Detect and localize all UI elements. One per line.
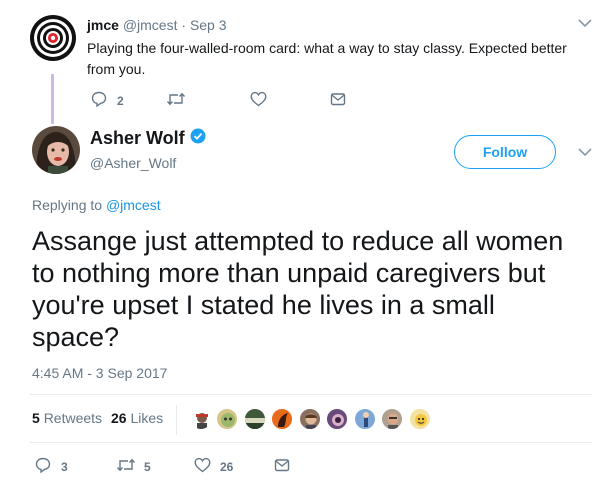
verified-badge-icon [190,128,206,149]
parent-reply-button[interactable]: 2 [91,91,124,110]
like-count: 26 [220,459,234,474]
liker-avatar[interactable] [381,408,403,430]
tweet-text-line: space? [32,322,120,352]
likes-label: Likes [130,410,164,426]
main-tweet-text: Assange just attempted to reduce all wom… [32,225,602,353]
parent-retweet-button[interactable] [166,91,186,110]
message-button[interactable] [274,457,290,476]
reply-count: 3 [61,459,68,474]
liker-avatar[interactable] [190,408,212,430]
likes-stat[interactable]: 26 Likes [111,410,163,426]
replying-prefix: Replying to [32,197,103,213]
reply-icon [35,457,51,476]
liker-avatar[interactable] [299,408,321,430]
replying-to: Replying to @jmcest [32,197,161,213]
retweets-stat[interactable]: 5 Retweets [32,410,102,426]
follow-button[interactable]: Follow [454,135,556,169]
like-icon [250,91,267,110]
parent-header: jmce @jmcest · Sep 3 [87,17,227,33]
tweet-text-line: Assange just attempted to reduce all wom… [32,226,564,256]
parent-text-line2: from you. [87,61,146,77]
asher-avatar[interactable] [32,126,80,174]
jmce-avatar[interactable] [29,14,77,62]
chevron-down-icon[interactable] [578,19,592,28]
tweet-timestamp[interactable]: 4:45 AM - 3 Sep 2017 [32,365,167,381]
liker-avatar[interactable] [244,408,266,430]
divider [30,442,592,443]
parent-date[interactable]: Sep 3 [190,17,227,33]
tweet-text-line: you're upset I stated he lives in a smal… [32,290,495,320]
retweets-label: Retweets [43,410,103,426]
tweet-text-line: to nothing more than unpaid caregivers b… [32,258,546,288]
retweet-count: 5 [144,459,151,474]
message-icon [330,91,346,110]
parent-display-name[interactable]: jmce [87,17,119,33]
parent-text: Playing the four-walled-room card: what … [87,38,587,80]
message-icon [274,457,290,476]
main-display-name[interactable]: Asher Wolf [90,128,185,149]
liker-avatar[interactable] [326,408,348,430]
parent-text-line1: Playing the four-walled-room card: what … [87,40,567,56]
parent-handle[interactable]: @jmcest [123,17,178,33]
stats-divider [176,405,177,435]
replying-to-link[interactable]: @jmcest [106,197,161,213]
liker-avatar[interactable] [409,408,431,430]
likes-count: 26 [111,410,127,426]
retweet-icon [166,91,186,110]
retweet-button[interactable]: 5 [116,457,151,476]
main-handle[interactable]: @Asher_Wolf [90,155,176,171]
liker-avatar[interactable] [271,408,293,430]
retweet-icon [116,457,136,476]
like-button[interactable]: 26 [194,457,233,476]
reply-button[interactable]: 3 [35,457,68,476]
divider [30,394,592,395]
like-icon [194,457,211,476]
liker-avatar[interactable] [216,408,238,430]
parent-like-button[interactable] [250,91,267,110]
liker-avatar[interactable] [354,408,376,430]
retweets-count: 5 [32,410,40,426]
parent-reply-count: 2 [117,93,124,108]
chevron-down-icon[interactable] [578,148,592,157]
thread-line [51,74,54,124]
parent-separator: · [181,17,187,33]
main-header: Asher Wolf [90,128,206,149]
reply-icon [91,91,107,110]
parent-message-button[interactable] [330,91,346,110]
